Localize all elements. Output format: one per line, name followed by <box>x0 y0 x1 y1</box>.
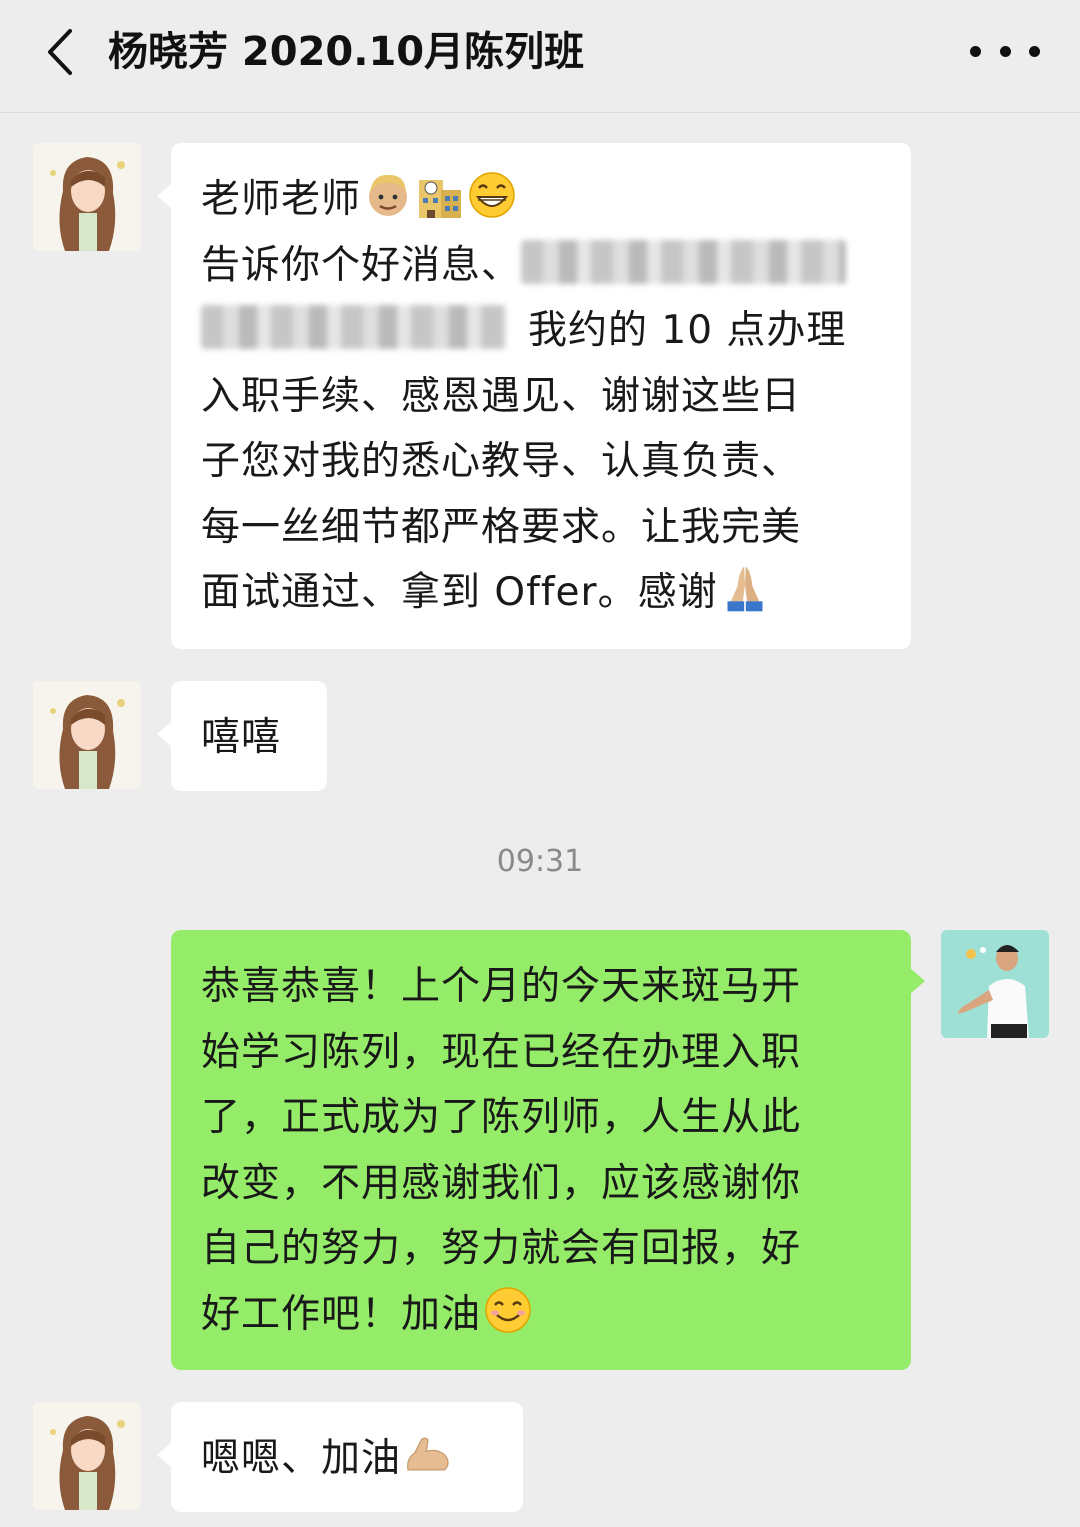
message-line: 入职手续、感恩遇见、谢谢这些日 <box>201 373 802 419</box>
more-button[interactable] <box>970 26 1040 76</box>
message-line: 嗯嗯、加油 <box>201 1426 493 1492</box>
student-avatar[interactable] <box>33 143 141 251</box>
message-line: 老师老师 <box>201 167 881 233</box>
message-line: 改变，不用感谢我们，应该感谢你 <box>201 1160 802 1206</box>
message-line: 告诉你个好消息、 <box>201 233 881 299</box>
message-line: 面试通过、拿到 Offer。感谢 <box>201 560 881 626</box>
teacher-avatar[interactable] <box>941 930 1049 1038</box>
more-horizontal-icon <box>970 45 981 57</box>
message-line: 子您对我的悉心教导、认真负责、 <box>201 439 802 484</box>
message-line: 恭喜恭喜！上个月的今天来斑马开 <box>201 964 802 1009</box>
message-line: 嘻嘻 <box>201 715 282 760</box>
message-bubble-incoming[interactable]: 嘻嘻 <box>157 681 327 791</box>
man-emoji-icon <box>369 174 408 216</box>
chevron-left-icon <box>48 29 72 75</box>
grinning-emoji-icon <box>469 172 515 218</box>
message-bubble-incoming[interactable]: 老师老师 告诉你个好消息、 我约的 10 点办理 入职手续、感恩遇见、谢谢这些日… <box>157 143 911 649</box>
message-line: 好工作吧！加油 <box>201 1282 881 1348</box>
message-line: 始学习陈列，现在已经在办理入职 <box>201 1029 802 1075</box>
message-line: 每一丝细节都严格要求。让我完美 <box>201 504 802 550</box>
back-button[interactable] <box>30 22 90 82</box>
message-bubble-outgoing[interactable]: 恭喜恭喜！上个月的今天来斑马开 始学习陈列，现在已经在办理入职 了，正式成为了陈… <box>171 930 925 1370</box>
redacted-text <box>521 239 847 284</box>
smiling-emoji-icon <box>485 1286 531 1333</box>
student-avatar[interactable] <box>33 1402 141 1510</box>
hotel-emoji-icon <box>419 180 462 218</box>
student-avatar[interactable] <box>33 681 141 789</box>
message-timestamp: 09:31 <box>496 844 584 879</box>
redacted-text <box>201 305 506 349</box>
message-line: 自己的努力，努力就会有回报，好 <box>201 1226 802 1271</box>
top-bar: 杨晓芳 2020.10月陈列班 <box>0 0 1080 113</box>
message-bubble-incoming[interactable]: 嗯嗯、加油 <box>157 1402 523 1512</box>
message-line: 我约的 10 点办理 <box>201 298 881 364</box>
flexed-biceps-emoji-icon <box>407 1437 449 1471</box>
message-line: 了，正式成为了陈列师，人生从此 <box>201 1095 802 1140</box>
chat-title: 杨晓芳 2020.10月陈列班 <box>108 29 585 75</box>
folded-hands-emoji-icon <box>727 566 763 612</box>
